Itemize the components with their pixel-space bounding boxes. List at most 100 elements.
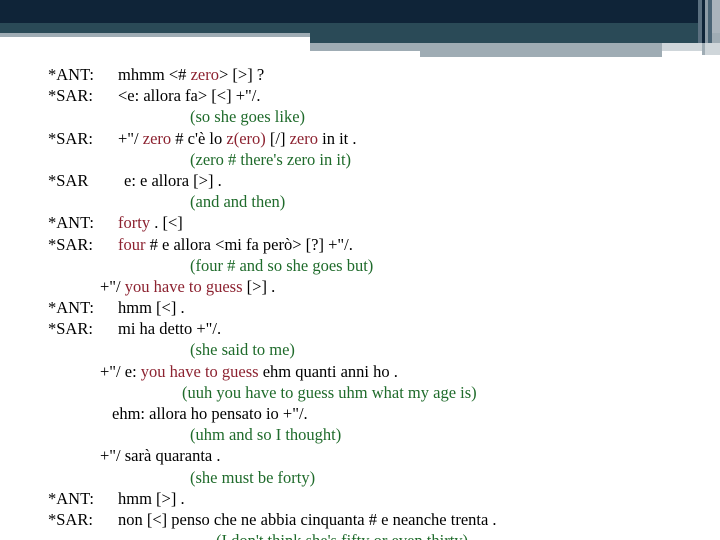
translation-span: (she must be forty)	[190, 467, 316, 487]
utterance-text: hmm [<] .	[118, 297, 185, 318]
transcript-line: (zero # there's zero in it)	[0, 149, 720, 170]
transcript-line: *SAR: <e: allora fa> [<] +"/.	[0, 85, 720, 106]
header-accent-block-f	[310, 57, 662, 61]
plain-span: [>] .	[242, 276, 276, 296]
transcript-line: *SAR: four # e allora <mi fa però> [?] +"…	[0, 234, 720, 255]
highlighted-word: zero	[142, 128, 172, 148]
translation-span: (zero # there's zero in it)	[190, 149, 352, 169]
translation-text: (four # and so she goes but)	[190, 255, 373, 276]
corner-stripe-5	[712, 0, 720, 33]
plain-span: +"/	[118, 128, 143, 148]
translation-text: (she must be forty)	[190, 467, 315, 488]
header-accent-block-c	[662, 43, 702, 51]
transcript-line: (I don't think she's fifty or even thirt…	[0, 530, 720, 540]
translation-span: (uhm and so I thought)	[190, 425, 342, 445]
transcript-body: *ANT: mhmm <# zero> [>] ? *SAR: <e: allora …	[0, 64, 720, 540]
transcript-line: *SAR e: e allora [>] .	[0, 170, 720, 191]
highlighted-word: you have to guess	[124, 276, 243, 296]
transcript-line: +"/ sarà quaranta .	[0, 445, 720, 466]
corner-stripe-8	[702, 43, 705, 55]
utterance-text: mhmm <# zero> [>] ?	[118, 64, 264, 85]
utterance-text: four # e allora <mi fa però> [?] +"/.	[118, 234, 353, 255]
utterance-text: +"/ zero # c'è lo z(ero) [/] zero in it …	[118, 128, 357, 149]
transcript-line: *ANT: forty . [<]	[0, 212, 720, 233]
transcript-line: (she must be forty)	[0, 467, 720, 488]
speaker-label: *ANT:	[48, 65, 94, 84]
plain-span: hmm [<] .	[118, 298, 185, 318]
translation-span: (four # and so she goes but)	[190, 255, 374, 275]
highlighted-word: four	[118, 234, 146, 254]
speaker-label: *ANT:	[48, 298, 94, 318]
speaker-label: *SAR:	[48, 128, 93, 148]
plain-span: # c'è lo	[171, 128, 227, 148]
speaker-label: *SAR:	[48, 509, 93, 529]
highlighted-word: you have to guess	[140, 361, 259, 381]
translation-span: (so she goes like)	[190, 107, 306, 127]
plain-span: +"/ sarà quaranta .	[100, 446, 221, 466]
corner-stripe-7	[705, 43, 720, 55]
header-accent-block-b	[310, 43, 662, 51]
plain-span: mi ha detto +"/.	[118, 319, 222, 339]
utterance-text: ehm: allora ho pensato io +"/.	[112, 403, 308, 424]
utterance-text: e: e allora [>] .	[124, 170, 222, 191]
plain-span: <e: allora fa> [<] +"/.	[118, 86, 261, 106]
utterance-text: +"/ e: you have to guess ehm quanti anni…	[100, 361, 398, 382]
transcript-line: *SAR: non [<] penso che ne abbia cinquant…	[0, 509, 720, 530]
translation-text: (uhm and so I thought)	[190, 424, 341, 445]
speaker-label: *ANT:	[48, 213, 94, 233]
transcript-line: *ANT: hmm [>] .	[0, 488, 720, 509]
transcript-line: (she said to me)	[0, 339, 720, 360]
transcript-line: +"/ e: you have to guess ehm quanti anni…	[0, 361, 720, 382]
plain-span: +"/ e:	[100, 361, 141, 381]
transcript-line: (so she goes like)	[0, 106, 720, 127]
highlighted-word: forty	[118, 213, 151, 233]
transcript-line: (four # and so she goes but)	[0, 255, 720, 276]
plain-span: ehm: allora ho pensato io +"/.	[112, 404, 308, 423]
utterance-text: <e: allora fa> [<] +"/.	[118, 85, 260, 106]
translation-span: (and and then)	[190, 192, 286, 212]
plain-span: [/]	[265, 128, 290, 148]
header-band-navy	[0, 0, 720, 23]
speaker-label: *SAR:	[48, 234, 93, 254]
highlighted-word: zero	[289, 128, 318, 148]
highlighted-word: zero	[190, 65, 219, 84]
transcript-line: (uuh you have to guess uhm what my age i…	[0, 382, 720, 403]
translation-text: (and and then)	[190, 191, 285, 212]
highlighted-word: z(ero)	[226, 128, 266, 148]
translation-span: (uuh you have to guess uhm what my age i…	[182, 382, 477, 402]
plain-span: > [>] ?	[218, 65, 265, 84]
transcript-line: +"/ you have to guess [>] .	[0, 276, 720, 297]
utterance-text: hmm [>] .	[118, 488, 185, 509]
speaker-label: *SAR	[48, 170, 89, 190]
translation-span: (I don't think she's fifty or even thirt…	[216, 531, 468, 540]
translation-text: (zero # there's zero in it)	[190, 149, 351, 170]
plain-span: mhmm <#	[118, 65, 191, 84]
plain-span: ehm quanti anni ho .	[258, 361, 398, 381]
plain-span: # e allora <mi fa però> [?] +"/.	[145, 234, 353, 254]
translation-text: (she said to me)	[190, 339, 295, 360]
speaker-label: *ANT:	[48, 488, 94, 508]
translation-text: (uuh you have to guess uhm what my age i…	[182, 382, 477, 403]
translation-text: (I don't think she's fifty or even thirt…	[216, 530, 468, 540]
plain-span: hmm [>] .	[118, 488, 185, 508]
header-band-white-gap	[0, 37, 310, 43]
speaker-label: *SAR:	[48, 319, 93, 339]
transcript-line: *ANT: hmm [<] .	[0, 297, 720, 318]
corner-stripe-6	[712, 33, 720, 43]
transcript-line: *ANT: mhmm <# zero> [>] ?	[0, 64, 720, 85]
utterance-text: forty . [<]	[118, 212, 183, 233]
plain-span: +"/	[100, 276, 125, 296]
utterance-text: mi ha detto +"/.	[118, 318, 221, 339]
transcript-line: (and and then)	[0, 191, 720, 212]
plain-span: . [<]	[150, 213, 183, 233]
transcript-line: (uhm and so I thought)	[0, 424, 720, 445]
translation-text: (so she goes like)	[190, 106, 305, 127]
utterance-text: non [<] penso che ne abbia cinquanta # e…	[118, 509, 497, 530]
plain-span: in it .	[318, 128, 357, 148]
plain-span: non [<] penso che ne abbia cinquanta # e…	[118, 509, 497, 529]
utterance-text: +"/ sarà quaranta .	[100, 445, 221, 466]
slide-canvas: *ANT: mhmm <# zero> [>] ? *SAR: <e: allora …	[0, 0, 720, 540]
speaker-label: *SAR:	[48, 86, 93, 106]
transcript-line: ehm: allora ho pensato io +"/.	[0, 403, 720, 424]
transcript-line: *SAR: mi ha detto +"/.	[0, 318, 720, 339]
